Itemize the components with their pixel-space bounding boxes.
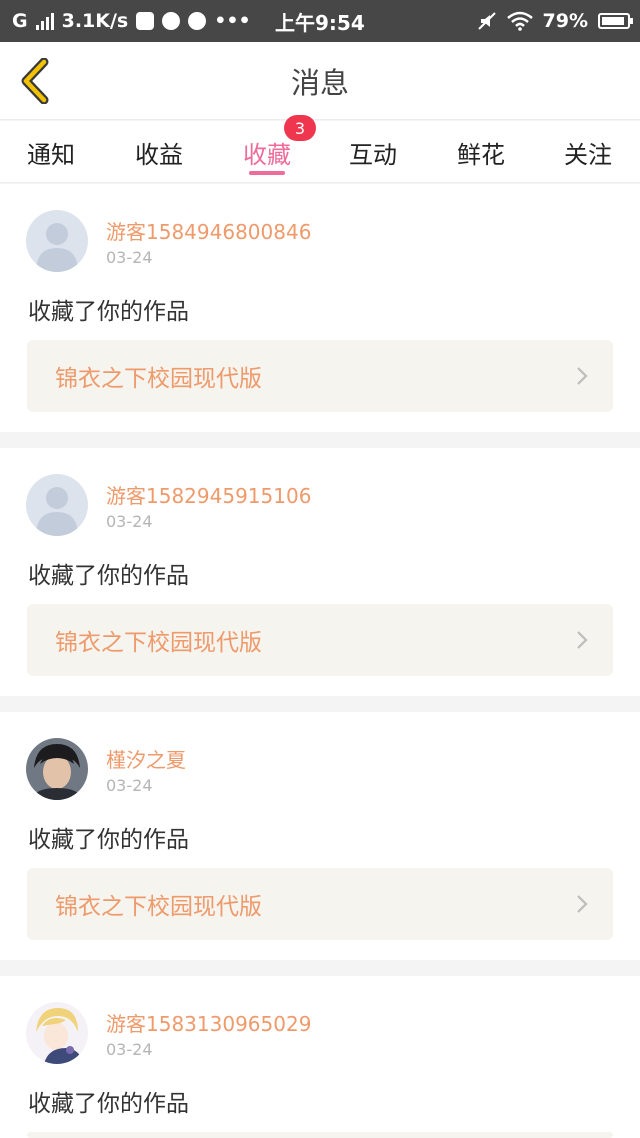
username[interactable]: 游客1583130965029 xyxy=(106,1008,311,1037)
work-link[interactable] xyxy=(27,1132,613,1138)
date: 03-24 xyxy=(106,1040,153,1059)
avatar[interactable] xyxy=(26,210,88,272)
date: 03-24 xyxy=(106,512,153,531)
status-right: 79% xyxy=(477,0,633,42)
tab-follow[interactable]: 关注 xyxy=(543,121,633,183)
tab-label: 通知 xyxy=(27,140,75,169)
status-left: G 3.1K/s ••• xyxy=(12,10,251,32)
battery-icon xyxy=(598,13,633,29)
username[interactable]: 游客1582945915106 xyxy=(106,480,311,509)
avatar[interactable] xyxy=(26,738,88,800)
tab-earnings[interactable]: 收益 xyxy=(114,121,204,183)
tab-bar: 通知 收益 收藏 3 互动 鲜花 关注 xyxy=(0,115,640,183)
battery-level: 79% xyxy=(542,10,588,32)
work-title: 锦衣之下校园现代版 xyxy=(55,366,262,392)
chevron-right-icon xyxy=(577,631,588,649)
avatar[interactable] xyxy=(26,1002,88,1064)
work-title: 锦衣之下校园现代版 xyxy=(55,894,262,920)
active-tab-indicator xyxy=(249,171,285,175)
message-text: 收藏了你的作品 xyxy=(28,827,189,853)
tab-label: 关注 xyxy=(564,140,612,169)
username[interactable]: 游客1584946800846 xyxy=(106,216,311,245)
list-item: 槿汐之夏 03-24 收藏了你的作品 锦衣之下校园现代版 xyxy=(0,712,640,960)
network-type: G xyxy=(12,10,28,32)
anime-avatar-icon xyxy=(26,1002,88,1064)
chevron-right-icon xyxy=(577,367,588,385)
list-item: 游客1582945915106 03-24 收藏了你的作品 锦衣之下校园现代版 xyxy=(0,448,640,696)
more-notifications-icon: ••• xyxy=(214,10,251,32)
work-link[interactable]: 锦衣之下校园现代版 xyxy=(27,604,613,676)
tab-label: 收益 xyxy=(135,140,183,169)
mute-icon xyxy=(477,12,496,30)
message-text: 收藏了你的作品 xyxy=(28,563,189,589)
username[interactable]: 槿汐之夏 xyxy=(106,744,186,773)
tab-notice[interactable]: 通知 xyxy=(6,121,96,183)
tab-favorites[interactable]: 收藏 3 xyxy=(222,115,316,183)
browser-icon xyxy=(188,12,207,30)
list-item: 游客1583130965029 03-24 收藏了你的作品 xyxy=(0,976,640,1138)
date: 03-24 xyxy=(106,776,153,795)
signal-icon xyxy=(35,12,54,30)
wifi-icon xyxy=(506,11,533,31)
list-item: 游客1584946800846 03-24 收藏了你的作品 锦衣之下校园现代版 xyxy=(0,184,640,432)
tab-label: 收藏 xyxy=(243,140,291,169)
tab-flowers[interactable]: 鲜花 xyxy=(436,121,526,183)
status-bar: G 3.1K/s ••• 上午9:54 79% xyxy=(0,0,640,42)
unread-badge: 3 xyxy=(284,115,316,141)
chevron-right-icon xyxy=(577,895,588,913)
status-time: 上午9:54 xyxy=(275,10,365,35)
message-text: 收藏了你的作品 xyxy=(28,1091,189,1117)
tab-label: 互动 xyxy=(349,140,397,169)
default-avatar-icon xyxy=(26,474,88,536)
date: 03-24 xyxy=(106,248,153,267)
app-icon xyxy=(162,12,181,30)
net-speed: 3.1K/s xyxy=(61,10,129,32)
work-link[interactable]: 锦衣之下校园现代版 xyxy=(27,340,613,412)
message-text: 收藏了你的作品 xyxy=(28,299,189,325)
tab-interaction[interactable]: 互动 xyxy=(328,121,418,183)
tab-label: 鲜花 xyxy=(457,140,505,169)
work-title: 锦衣之下校园现代版 xyxy=(55,630,262,656)
avatar[interactable] xyxy=(26,474,88,536)
work-link[interactable]: 锦衣之下校园现代版 xyxy=(27,868,613,940)
notification-icon xyxy=(136,12,155,30)
default-avatar-icon xyxy=(26,210,88,272)
page-header: 消息 xyxy=(0,42,640,120)
page-title: 消息 xyxy=(290,66,349,100)
photo-avatar-icon xyxy=(26,738,88,800)
